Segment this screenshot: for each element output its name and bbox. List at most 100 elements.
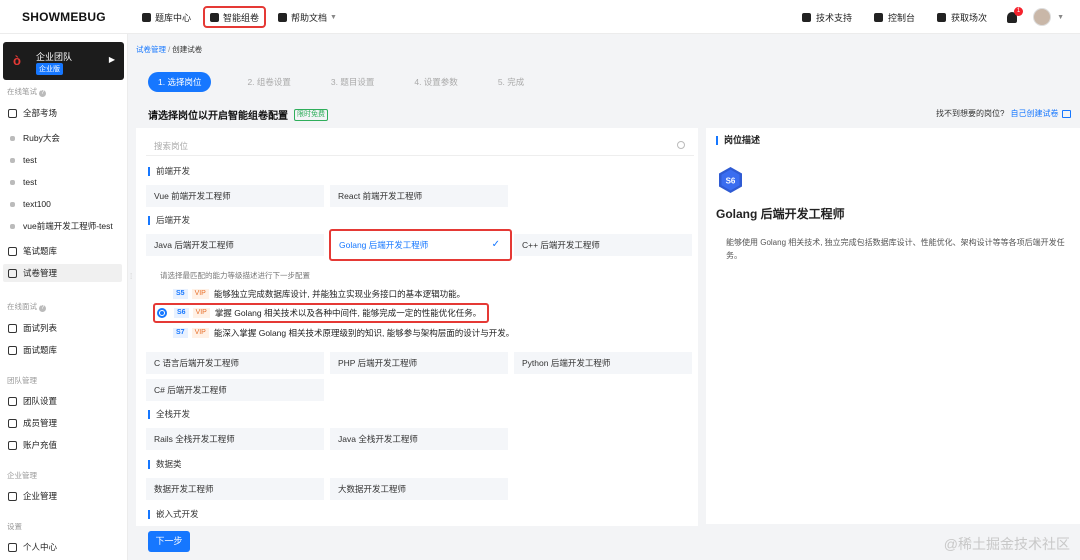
- sidebar-item-vue-test[interactable]: vue前端开发工程师-test: [3, 217, 122, 235]
- top-bar: SHOWMEBUG 题库中心 智能组卷 帮助文档 ▼ 技术支持 控制台 获取场次: [0, 0, 1080, 34]
- job-golang[interactable]: Golang 后端开发工程师 ✓: [329, 229, 512, 261]
- doc-icon: [278, 12, 288, 22]
- sidebar-item-text100[interactable]: text100: [3, 195, 122, 213]
- watermark: @稀土掘金技术社区: [943, 536, 1070, 552]
- level-option-s5[interactable]: S5 VIP 能够独立完成数据库设计, 并能独立实现业务接口的基本逻辑功能。: [156, 286, 465, 302]
- sidebar-item-all-exams[interactable]: 全部考场: [3, 104, 122, 122]
- sidebar-item-members[interactable]: 成员管理: [3, 414, 122, 432]
- sidebar-item-test-1[interactable]: test: [3, 151, 122, 169]
- sidebar-item-paper-mgmt[interactable]: 试卷管理: [3, 264, 122, 282]
- level-option-s6[interactable]: S6 VIP 掌握 Golang 相关技术以及各种中间件, 能够完成一定的性能优…: [153, 303, 490, 323]
- step-5: 5. 完成: [497, 77, 525, 87]
- create-own-paper-link[interactable]: 自己创建试卷: [1010, 108, 1058, 119]
- org-switcher[interactable]: ò 企业团队 企业版 ▶: [3, 42, 124, 80]
- brand-logo[interactable]: SHOWMEBUG: [22, 10, 106, 24]
- job-cpp[interactable]: C++ 后端开发工程师: [514, 234, 692, 256]
- step-indicator: 1. 选择岗位 2. 组卷设置 3. 题目设置 4. 设置参数 5. 完成: [148, 72, 564, 92]
- ticket-icon: [937, 12, 947, 22]
- job-java-fullstack[interactable]: Java 全栈开发工程师: [330, 428, 508, 450]
- next-button[interactable]: 下一步: [148, 531, 190, 552]
- nav-question-bank[interactable]: 题库中心: [138, 6, 195, 28]
- create-own-hint: 找不到想要的岗位? 自己创建试卷: [936, 108, 1072, 119]
- chevron-right-icon: ▶: [108, 55, 115, 64]
- level-option-s7[interactable]: S7 VIP 能深入掌握 Golang 相关技术原理级别的知识, 能够参与架构层…: [156, 325, 514, 341]
- description-text: 能够使用 Golang 相关技术, 独立完成包括数据库设计、性能优化、架构设计等…: [726, 238, 1065, 260]
- step-3: 3. 题目设置: [330, 77, 375, 87]
- sidebar-item-team-settings[interactable]: 团队设置: [3, 392, 122, 410]
- category-embedded: 嵌入式开发: [148, 510, 199, 519]
- sidebar-item-test-2[interactable]: test: [3, 173, 122, 191]
- step-2: 2. 组卷设置: [247, 77, 291, 87]
- paper-icon: [8, 268, 17, 278]
- bullet-icon: [10, 223, 15, 229]
- settings-icon: [8, 396, 17, 406]
- chevron-down-icon[interactable]: ▼: [1057, 14, 1064, 21]
- console-link[interactable]: 控制台: [874, 11, 915, 24]
- nav-smart-paper[interactable]: 智能组卷: [203, 6, 267, 28]
- sidebar-item-ruby[interactable]: Ruby大会: [3, 129, 122, 147]
- category-data: 数据类: [148, 460, 182, 469]
- job-rails[interactable]: Rails 全栈开发工程师: [146, 428, 324, 450]
- search-input[interactable]: 搜索岗位: [146, 136, 694, 156]
- job-python[interactable]: Python 后端开发工程师: [514, 352, 692, 374]
- job-java[interactable]: Java 后端开发工程师: [146, 234, 324, 256]
- layers-icon: [210, 12, 220, 22]
- sidebar-item-enterprise-mgmt[interactable]: 企业管理: [3, 487, 122, 505]
- check-icon: ✓: [491, 239, 500, 250]
- search-icon[interactable]: [677, 141, 685, 149]
- top-right-actions: 技术支持 控制台 获取场次 1 ▼: [780, 0, 1064, 34]
- job-csharp[interactable]: C# 后端开发工程师: [146, 379, 324, 401]
- nav-help-docs[interactable]: 帮助文档 ▼: [274, 6, 341, 28]
- sidebar-item-personal[interactable]: 个人中心: [3, 538, 122, 556]
- job-data-eng[interactable]: 数据开发工程师: [146, 478, 324, 500]
- page-title: 请选择岗位以开启智能组卷配置 限时免费: [148, 107, 328, 122]
- help-icon: ?: [39, 90, 46, 97]
- avatar[interactable]: [1033, 8, 1052, 26]
- sidebar-group-interview: 在线面试?: [7, 302, 46, 312]
- tech-support-link[interactable]: 技术支持: [802, 11, 852, 24]
- bell-icon[interactable]: 1: [1007, 6, 1024, 23]
- breadcrumb: 试卷管理 / 创建试卷: [136, 45, 203, 54]
- job-php[interactable]: PHP 后端开发工程师: [330, 352, 508, 374]
- sidebar-group-written: 在线笔试?: [7, 87, 46, 97]
- exam-icon: [8, 108, 17, 118]
- breadcrumb-current: 创建试卷: [172, 45, 203, 54]
- org-name: 企业团队: [36, 52, 73, 62]
- radio-selected[interactable]: [157, 308, 167, 318]
- help-icon: ?: [39, 305, 46, 312]
- sidebar-item-written-bank[interactable]: 笔试题库: [3, 242, 122, 260]
- book-icon: [142, 12, 151, 22]
- resize-handle[interactable]: ⁞: [130, 272, 132, 281]
- sidebar-group-team: 团队管理: [7, 376, 37, 385]
- level-label: S6: [726, 177, 736, 186]
- job-vue[interactable]: Vue 前端开发工程师: [146, 185, 324, 207]
- category-backend: 后端开发: [148, 216, 190, 225]
- external-link-icon: [1062, 109, 1072, 118]
- category-frontend: 前端开发: [148, 167, 190, 176]
- sidebar-group-settings: 设置: [7, 522, 22, 531]
- bullet-icon: [10, 201, 15, 207]
- job-react[interactable]: React 前端开发工程师: [330, 185, 508, 207]
- breadcrumb-parent[interactable]: 试卷管理: [136, 45, 166, 54]
- job-bigdata[interactable]: 大数据开发工程师: [330, 478, 508, 500]
- get-credits-link[interactable]: 获取场次: [937, 11, 987, 24]
- sidebar-item-interview-list[interactable]: 面试列表: [3, 319, 122, 337]
- org-tree-icon: [8, 491, 17, 501]
- headset-icon: [802, 12, 812, 22]
- sidebar-item-interview-bank[interactable]: 面试题库: [3, 341, 122, 359]
- sidebar-group-enterprise: 企业管理: [7, 471, 37, 480]
- grid-icon: [8, 345, 17, 355]
- sidebar-item-recharge[interactable]: 账户充值: [3, 436, 122, 454]
- monitor-icon: [874, 12, 884, 22]
- top-nav: 题库中心 智能组卷 帮助文档 ▼: [138, 0, 349, 34]
- job-c[interactable]: C 语言后端开发工程师: [146, 352, 324, 374]
- free-badge: 限时免费: [294, 108, 328, 121]
- description-title: 岗位描述: [716, 136, 760, 145]
- bullet-icon: [10, 179, 15, 185]
- description-job-title: Golang 后端开发工程师: [716, 207, 845, 221]
- org-plan-badge: 企业版: [36, 63, 63, 75]
- org-logo-icon: ò: [13, 53, 21, 68]
- bullet-icon: [10, 135, 15, 141]
- users-icon: [8, 418, 17, 428]
- user-icon: [8, 542, 17, 552]
